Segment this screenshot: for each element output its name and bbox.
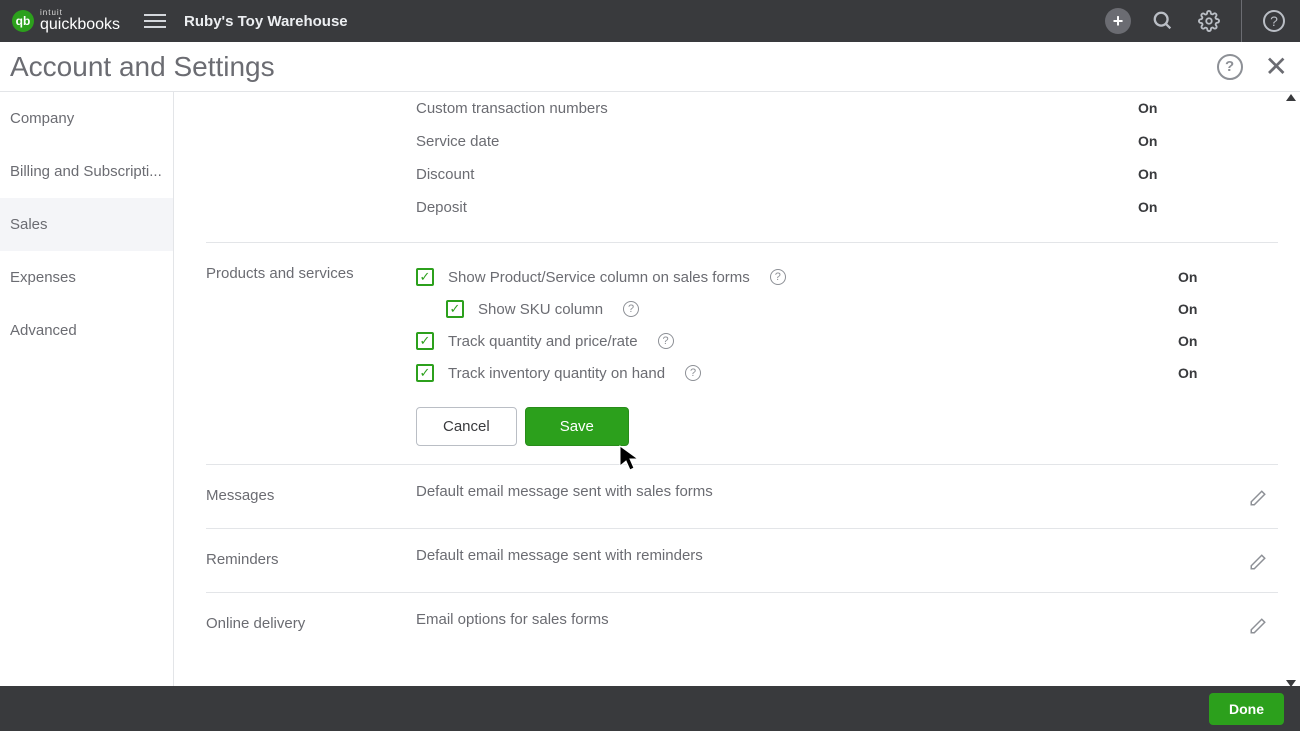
page-help-icon[interactable]: ? <box>1217 54 1243 80</box>
section-title: Products and services <box>206 261 416 446</box>
close-icon[interactable]: ✕ <box>1265 50 1288 83</box>
page-title: Account and Settings <box>10 51 275 83</box>
setting-label: Deposit <box>416 199 467 216</box>
help-tooltip-icon[interactable]: ? <box>685 365 701 381</box>
sidebar-item-company[interactable]: Company <box>0 92 173 145</box>
gear-icon[interactable] <box>1195 7 1223 35</box>
section-title: Online delivery <box>206 611 416 638</box>
setting-label: Discount <box>416 166 474 183</box>
menu-icon[interactable] <box>144 10 166 32</box>
help-tooltip-icon[interactable]: ? <box>770 269 786 285</box>
checkbox-label: Track quantity and price/rate <box>448 333 638 350</box>
setting-row: Discount On <box>206 158 1278 191</box>
section-products-services: Products and services ✓ Show Product/Serv… <box>206 242 1278 464</box>
checkbox[interactable]: ✓ <box>416 268 434 286</box>
setting-value: On <box>1178 333 1278 349</box>
help-tooltip-icon[interactable]: ? <box>623 301 639 317</box>
setting-value: On <box>1178 301 1278 317</box>
checkbox[interactable]: ✓ <box>416 332 434 350</box>
checkbox-row: ✓ Show SKU column? On <box>416 293 1278 325</box>
help-icon[interactable]: ? <box>1260 7 1288 35</box>
checkbox-row: ✓ Track quantity and price/rate? On <box>416 325 1278 357</box>
checkbox[interactable]: ✓ <box>446 300 464 318</box>
checkbox-label: Track inventory quantity on hand <box>448 365 665 382</box>
section-reminders[interactable]: RemindersDefault email message sent with… <box>206 528 1278 592</box>
logo[interactable]: qb intuit quickbooks <box>12 9 120 33</box>
add-icon[interactable]: + <box>1105 8 1131 34</box>
help-tooltip-icon[interactable]: ? <box>658 333 674 349</box>
logo-brand: quickbooks <box>40 17 120 33</box>
cancel-button[interactable]: Cancel <box>416 407 517 446</box>
sidebar: CompanyBilling and Subscripti...SalesExp… <box>0 92 174 686</box>
sidebar-item-advanced[interactable]: Advanced <box>0 304 173 357</box>
page-header: Account and Settings ? ✕ <box>0 42 1300 92</box>
done-button[interactable]: Done <box>1209 693 1284 725</box>
setting-row: Custom transaction numbers On <box>206 92 1278 125</box>
setting-value: On <box>1178 365 1278 381</box>
divider <box>1241 0 1242 42</box>
topbar: qb intuit quickbooks Ruby's Toy Warehous… <box>0 0 1300 42</box>
section-title: Reminders <box>206 547 416 574</box>
setting-value: On <box>1138 100 1157 116</box>
section-summary: Default email message sent with sales fo… <box>416 483 1238 500</box>
checkbox-row: ✓ Show Product/Service column on sales fo… <box>416 261 1278 293</box>
search-icon[interactable] <box>1149 7 1177 35</box>
footer: Done <box>0 686 1300 731</box>
checkbox-label: Show Product/Service column on sales for… <box>448 269 750 286</box>
checkbox[interactable]: ✓ <box>416 364 434 382</box>
sidebar-item-billing-and-subscripti-[interactable]: Billing and Subscripti... <box>0 145 173 198</box>
setting-row: Service date On <box>206 125 1278 158</box>
edit-icon[interactable] <box>1249 617 1267 638</box>
setting-value: On <box>1138 166 1157 182</box>
logo-icon: qb <box>12 10 34 32</box>
save-button[interactable]: Save <box>525 407 629 446</box>
scroll-up-icon[interactable] <box>1286 94 1296 101</box>
section-online-delivery[interactable]: Online deliveryEmail options for sales f… <box>206 592 1278 656</box>
sidebar-item-expenses[interactable]: Expenses <box>0 251 173 304</box>
edit-icon[interactable] <box>1249 489 1267 510</box>
setting-row: Deposit On <box>206 191 1278 224</box>
sidebar-item-sales[interactable]: Sales <box>0 198 173 251</box>
checkbox-row: ✓ Track inventory quantity on hand? On <box>416 357 1278 389</box>
setting-value: On <box>1178 269 1278 285</box>
setting-label: Service date <box>416 133 499 150</box>
section-summary: Email options for sales forms <box>416 611 1238 628</box>
company-name: Ruby's Toy Warehouse <box>184 13 348 30</box>
section-title: Messages <box>206 483 416 510</box>
content: Custom transaction numbersOnService date… <box>174 92 1300 686</box>
edit-icon[interactable] <box>1249 553 1267 574</box>
setting-label: Custom transaction numbers <box>416 100 608 117</box>
checkbox-label: Show SKU column <box>478 301 603 318</box>
setting-value: On <box>1138 199 1157 215</box>
section-summary: Default email message sent with reminder… <box>416 547 1238 564</box>
setting-value: On <box>1138 133 1157 149</box>
section-messages[interactable]: MessagesDefault email message sent with … <box>206 464 1278 528</box>
